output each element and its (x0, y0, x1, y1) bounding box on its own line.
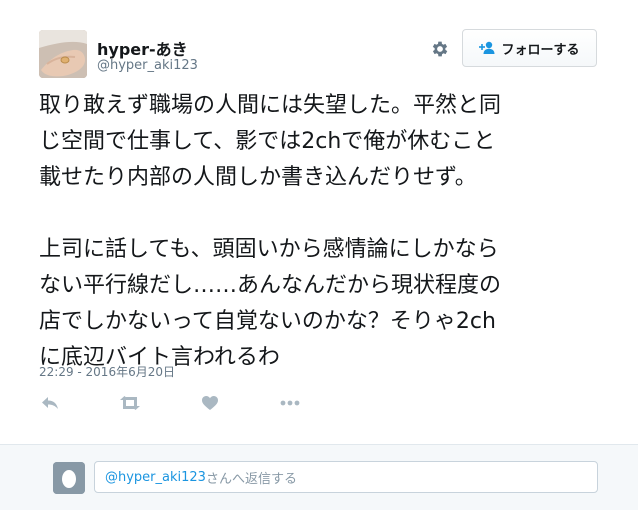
reply-icon (42, 397, 58, 409)
avatar-image (39, 30, 87, 78)
follow-button[interactable]: フォローする (462, 29, 597, 67)
tweet-text: 取り敢えず職場の人間には失望した。平然と同 じ空間で仕事して、影では2chで俺が… (39, 88, 604, 376)
tweet-timestamp[interactable]: 22:29 - 2016年6月20日 (39, 363, 175, 380)
tweet-card: hyper-あき @hyper_aki123 フォローする 取り敢えず職場の人間… (0, 0, 638, 510)
reply-placeholder: さんへ返信する (205, 471, 297, 487)
tweet-paragraph: 上司に話しても、頭固いから感情論にしかなら ない平行線だし……あんなんだから現状… (39, 237, 502, 370)
user-avatar[interactable] (39, 30, 87, 78)
follow-button-label: フォローする (501, 42, 580, 58)
more-icon (280, 400, 300, 406)
gear-icon (432, 41, 448, 57)
settings-gear-button[interactable] (429, 38, 451, 60)
reply-mention: @hyper_aki123 (105, 469, 206, 485)
reply-input[interactable]: @hyper_aki123 さんへ返信する (94, 461, 598, 493)
reply-button[interactable] (39, 393, 61, 413)
like-button[interactable] (199, 393, 221, 413)
more-button[interactable] (279, 393, 301, 413)
tweet-actions (39, 393, 339, 413)
tweet-paragraph: 取り敢えず職場の人間には失望した。平然と同 じ空間で仕事して、影では2chで俺が… (39, 93, 502, 190)
default-egg-avatar-icon (53, 462, 85, 494)
user-display-name[interactable]: hyper-あき (97, 36, 188, 60)
person-add-icon (479, 41, 495, 54)
reply-bar: @hyper_aki123 さんへ返信する (0, 444, 638, 510)
like-icon (202, 396, 218, 410)
retweet-button[interactable] (119, 393, 141, 413)
reply-user-avatar (53, 462, 85, 494)
user-handle[interactable]: @hyper_aki123 (97, 58, 198, 73)
retweet-icon (120, 396, 140, 410)
